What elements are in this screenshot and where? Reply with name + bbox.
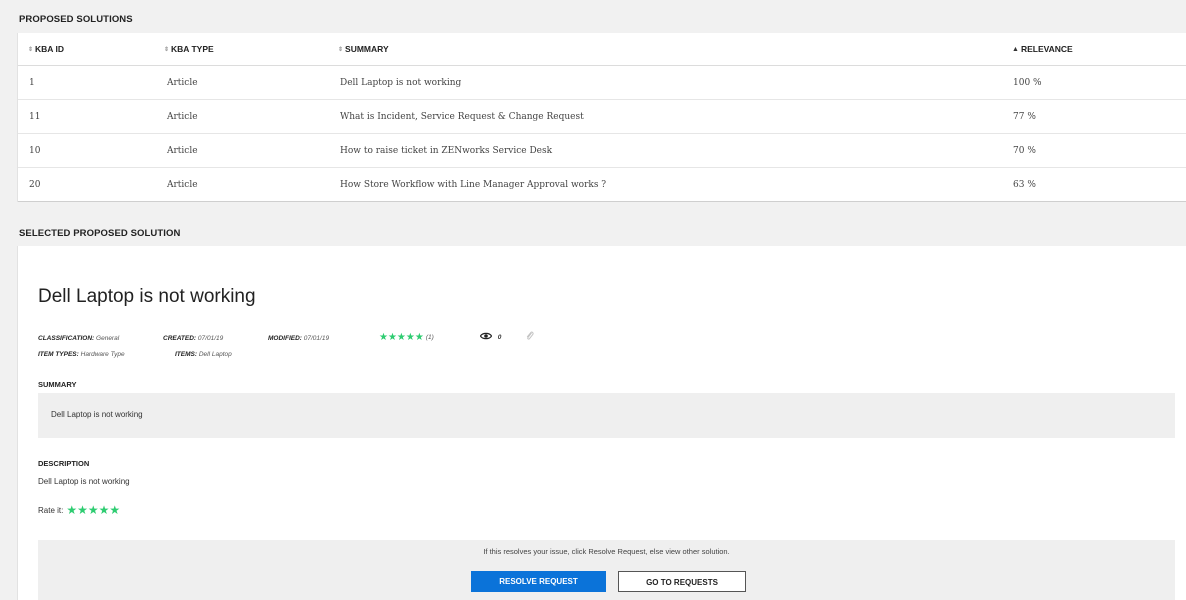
sort-icon: ⇕: [164, 47, 170, 53]
solution-title: Dell Laptop is not working: [38, 286, 256, 307]
meta-label: CLASSIFICATION:: [38, 335, 95, 342]
description-label: DESCRIPTION: [38, 459, 90, 468]
rate-it: Rate it: ★★★★★: [38, 503, 120, 517]
meta-label: ITEMS:: [175, 351, 198, 358]
rate-stars-icon[interactable]: ★★★★★: [66, 503, 120, 517]
modified-meta: MODIFIED: 07/01/19: [268, 335, 329, 342]
kba-type-cell: Article: [167, 78, 198, 88]
table-header: ⇕ KBA ID ⇕ KBA TYPE ⇕ SUMMARY ▲ RELEVANCE: [18, 33, 1186, 66]
column-label: KBA ID: [35, 44, 64, 54]
resolve-request-button[interactable]: RESOLVE REQUEST: [471, 571, 606, 592]
selected-solution-card: Dell Laptop is not working CLASSIFICATIO…: [17, 246, 1186, 600]
kba-type-cell: Article: [167, 180, 198, 190]
meta-label: CREATED:: [163, 335, 197, 342]
kba-id-cell: 1: [29, 78, 35, 88]
summary-cell: What is Incident, Service Request & Chan…: [340, 112, 584, 122]
table-row[interactable]: 10 Article How to raise ticket in ZENwor…: [18, 134, 1186, 168]
column-header-kba-type[interactable]: ⇕ KBA TYPE: [164, 44, 214, 54]
meta-value: General: [96, 335, 120, 342]
column-header-kba-id[interactable]: ⇕ KBA ID: [28, 44, 64, 54]
summary-box: Dell Laptop is not working: [38, 393, 1175, 438]
description-text: Dell Laptop is not working: [38, 477, 130, 486]
meta-value: Hardware Type: [80, 351, 125, 358]
sort-ascending-icon: ▲: [1012, 46, 1019, 53]
view-count: 0: [479, 332, 502, 343]
paperclip-icon[interactable]: [526, 331, 534, 343]
column-label: KBA TYPE: [171, 44, 214, 54]
meta-value: Dell Laptop: [198, 351, 232, 358]
relevance-cell: 100 %: [1013, 78, 1042, 88]
sort-icon: ⇕: [338, 47, 344, 53]
summary-cell: How Store Workflow with Line Manager App…: [340, 180, 607, 190]
classification-meta: CLASSIFICATION: General: [38, 335, 119, 342]
summary-cell: How to raise ticket in ZENworks Service …: [340, 146, 553, 156]
meta-label: ITEM TYPES:: [38, 351, 79, 358]
rating-count: (1): [425, 334, 434, 341]
item-types-meta: ITEM TYPES: Hardware Type: [38, 351, 125, 358]
meta-value: 07/01/19: [303, 335, 330, 342]
left-gutter: [0, 0, 7, 600]
created-meta: CREATED: 07/01/19: [163, 335, 223, 342]
column-header-relevance[interactable]: ▲ RELEVANCE: [1012, 44, 1073, 54]
column-header-summary[interactable]: ⇕ SUMMARY: [338, 44, 389, 54]
go-to-requests-button[interactable]: GO TO REQUESTS: [618, 571, 746, 592]
resolution-action-bar: If this resolves your issue, click Resol…: [38, 540, 1175, 600]
table-row[interactable]: 11 Article What is Incident, Service Req…: [18, 100, 1186, 134]
summary-cell: Dell Laptop is not working: [340, 78, 462, 88]
meta-label: MODIFIED:: [268, 335, 302, 342]
summary-label: SUMMARY: [38, 380, 77, 389]
kba-type-cell: Article: [167, 146, 198, 156]
kba-id-cell: 11: [29, 112, 41, 122]
table-row[interactable]: 20 Article How Store Workflow with Line …: [18, 168, 1186, 202]
relevance-cell: 77 %: [1013, 112, 1036, 122]
column-label: SUMMARY: [345, 44, 389, 54]
column-label: RELEVANCE: [1020, 44, 1073, 54]
rating-display: ★★★★★ (1): [379, 332, 434, 343]
kba-type-cell: Article: [167, 112, 198, 122]
rate-label: Rate it:: [38, 506, 64, 515]
eye-icon: [479, 332, 495, 343]
items-meta: ITEMS: Dell Laptop: [175, 351, 232, 358]
summary-text: Dell Laptop is not working: [51, 410, 143, 419]
proposed-solutions-heading: PROPOSED SOLUTIONS: [19, 14, 133, 25]
action-message: If this resolves your issue, click Resol…: [483, 547, 730, 556]
meta-value: 07/01/19: [197, 335, 224, 342]
sort-icon: ⇕: [28, 47, 34, 53]
relevance-cell: 63 %: [1013, 180, 1036, 190]
table-row[interactable]: 1 Article Dell Laptop is not working 100…: [18, 66, 1186, 100]
kba-id-cell: 20: [29, 180, 41, 190]
proposed-solutions-table: ⇕ KBA ID ⇕ KBA TYPE ⇕ SUMMARY ▲ RELEVANCE 1 …: [17, 33, 1186, 202]
views-count: 0: [497, 334, 502, 341]
kba-id-cell: 10: [29, 146, 41, 156]
relevance-cell: 70 %: [1013, 146, 1036, 156]
selected-solution-heading: SELECTED PROPOSED SOLUTION: [19, 228, 181, 239]
star-rating-icon: ★★★★★: [379, 332, 424, 343]
